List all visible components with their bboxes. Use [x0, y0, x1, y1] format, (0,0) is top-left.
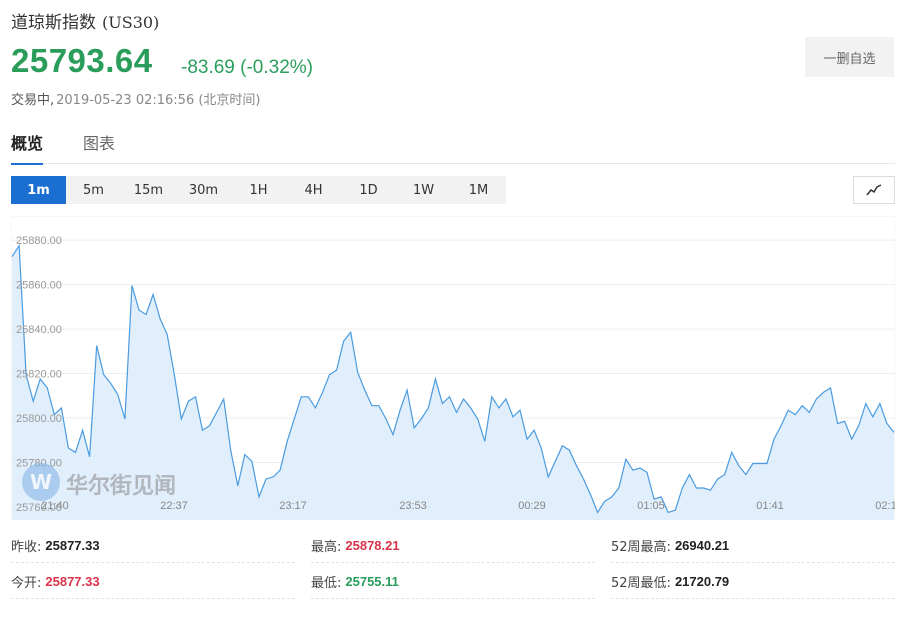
- view-tabs: 概览 图表: [11, 130, 895, 165]
- x-tick-label: 21:40: [41, 500, 69, 512]
- y-tick-label: 25840.00: [16, 324, 62, 336]
- last-price: 25793.64: [11, 42, 153, 79]
- stat-high: 最高: 25878.21: [311, 528, 595, 563]
- x-tick-label: 22:37: [160, 500, 188, 512]
- stat-label: 最低:: [311, 575, 342, 591]
- stat-value: 21720.79: [674, 573, 730, 589]
- interval-1d[interactable]: 1D: [341, 176, 396, 204]
- stat-label: 52周最低:: [611, 575, 671, 591]
- y-tick-label: 25800.00: [16, 413, 62, 425]
- stat-label: 52周最高:: [611, 539, 671, 555]
- status-label: 交易中,: [11, 93, 55, 108]
- x-tick-label: 01:41: [756, 500, 784, 512]
- interval-15m[interactable]: 15m: [121, 176, 176, 204]
- interval-5m[interactable]: 5m: [66, 176, 121, 204]
- x-tick-label: 23:17: [279, 500, 307, 512]
- instrument-code: (US30): [102, 13, 160, 32]
- stat-52w-high: 52周最高: 26940.21: [611, 528, 895, 563]
- stat-low: 最低: 25755.11: [311, 564, 595, 599]
- price-chart[interactable]: 25880.00 25860.00 25840.00 25820.00 25800.00…: [11, 216, 895, 520]
- y-tick-label: 25820.00: [16, 369, 62, 381]
- trading-status: 交易中, 2019-05-23 02:16:56 (北京时间): [11, 89, 261, 108]
- stat-value: 26940.21: [674, 537, 730, 553]
- remove-watchlist-button[interactable]: 一删自选: [805, 37, 894, 77]
- interval-1h[interactable]: 1H: [231, 176, 286, 204]
- x-tick-label: 01:05: [637, 500, 665, 512]
- stat-label: 今开:: [11, 575, 42, 591]
- stat-label: 最高:: [311, 539, 342, 555]
- stat-52w-low: 52周最低: 21720.79: [611, 564, 895, 599]
- line-chart-icon: [866, 184, 882, 196]
- instrument-title: 道琼斯指数 (US30): [11, 8, 159, 33]
- stat-open: 今开: 25877.33: [11, 564, 295, 599]
- chart-type-toggle[interactable]: [853, 176, 895, 204]
- stat-value: 25877.33: [45, 573, 100, 589]
- interval-4h[interactable]: 4H: [286, 176, 341, 204]
- x-tick-label: 23:53: [399, 500, 427, 512]
- tab-chart[interactable]: 图表: [83, 130, 115, 163]
- x-tick-label: 00:29: [518, 500, 546, 512]
- stat-value: 25878.21: [345, 537, 400, 553]
- stat-value: 25877.33: [45, 537, 100, 553]
- stat-value: 25755.11: [345, 573, 399, 589]
- interval-1w[interactable]: 1W: [396, 176, 451, 204]
- instrument-name: 道琼斯指数: [11, 13, 96, 33]
- interval-1mo[interactable]: 1M: [451, 176, 506, 204]
- stat-label: 昨收:: [11, 539, 42, 555]
- y-tick-label: 25880.00: [16, 235, 62, 247]
- x-tick-label: 02:1: [875, 500, 895, 512]
- price-change: -83.69 (-0.32%): [181, 57, 314, 78]
- stat-prev-close: 昨收: 25877.33: [11, 528, 295, 563]
- y-tick-label: 25860.00: [16, 280, 62, 292]
- interval-1m[interactable]: 1m: [11, 176, 66, 204]
- watermark-logo-mark: W: [30, 470, 52, 494]
- watermark-text: 华尔街见闻: [66, 473, 176, 499]
- status-timestamp: 2019-05-23 02:16:56 (北京时间): [56, 93, 261, 108]
- interval-30m[interactable]: 30m: [176, 176, 231, 204]
- interval-selector: 1m 5m 15m 30m 1H 4H 1D 1W 1M: [11, 176, 506, 204]
- tab-overview[interactable]: 概览: [11, 130, 44, 165]
